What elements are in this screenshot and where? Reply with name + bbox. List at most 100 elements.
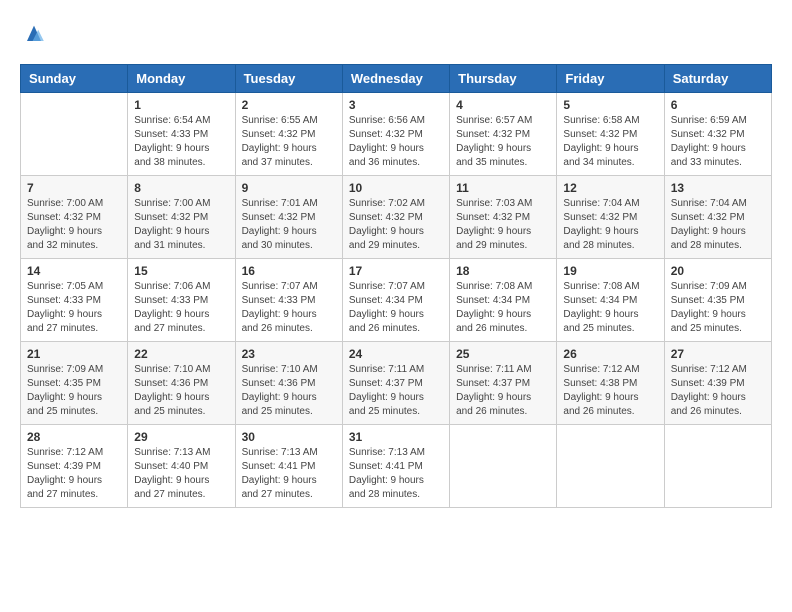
logo — [20, 20, 50, 48]
cell-info: Sunrise: 6:59 AMSunset: 4:32 PMDaylight:… — [671, 114, 765, 170]
calendar-cell — [21, 93, 128, 176]
calendar-week-row: 28 Sunrise: 7:12 AMSunset: 4:39 PMDayligh… — [21, 425, 772, 508]
cell-info: Sunrise: 7:09 AMSunset: 4:35 PMDaylight:… — [671, 280, 765, 336]
calendar-cell: 4 Sunrise: 6:57 AMSunset: 4:32 PMDaylight… — [450, 93, 557, 176]
day-number: 17 — [349, 264, 443, 278]
calendar-week-row: 14Sunrise: 7:05 AMSunset: 4:33 PMDayligh… — [21, 259, 772, 342]
calendar-cell: 13Sunrise: 7:04 AMSunset: 4:32 PMDayligh… — [664, 176, 771, 259]
day-number: 4 — [456, 98, 550, 112]
calendar-cell: 10 Sunrise: 7:02 AMSunset: 4:32 PMDayligh… — [342, 176, 449, 259]
calendar-cell: 31Sunrise: 7:13 AMSunset: 4:41 PMDayligh… — [342, 425, 449, 508]
day-number: 19 — [563, 264, 657, 278]
weekday-header-wednesday: Wednesday — [342, 65, 449, 93]
calendar-cell: 24 Sunrise: 7:11 AMSunset: 4:37 PMDayligh… — [342, 342, 449, 425]
calendar-cell: 11 Sunrise: 7:03 AMSunset: 4:32 PMDayligh… — [450, 176, 557, 259]
day-number: 13 — [671, 181, 765, 195]
calendar-cell: 19 Sunrise: 7:08 AMSunset: 4:34 PMDayligh… — [557, 259, 664, 342]
calendar-cell: 9Sunrise: 7:01 AMSunset: 4:32 PMDaylight… — [235, 176, 342, 259]
day-number: 23 — [242, 347, 336, 361]
calendar-cell: 7Sunrise: 7:00 AMSunset: 4:32 PMDaylight… — [21, 176, 128, 259]
calendar-cell: 29 Sunrise: 7:13 AMSunset: 4:40 PMDayligh… — [128, 425, 235, 508]
day-number: 24 — [349, 347, 443, 361]
cell-info: Sunrise: 7:00 AMSunset: 4:32 PMDaylight:… — [134, 197, 228, 253]
day-number: 20 — [671, 264, 765, 278]
cell-info: Sunrise: 7:08 AMSunset: 4:34 PMDaylight:… — [456, 280, 550, 336]
calendar-cell: 28 Sunrise: 7:12 AMSunset: 4:39 PMDayligh… — [21, 425, 128, 508]
weekday-header-friday: Friday — [557, 65, 664, 93]
day-number: 10 — [349, 181, 443, 195]
cell-info: Sunrise: 7:13 AMSunset: 4:40 PMDaylight:… — [134, 446, 228, 502]
cell-info: Sunrise: 7:00 AMSunset: 4:32 PMDaylight:… — [27, 197, 121, 253]
calendar-cell: 23 Sunrise: 7:10 AMSunset: 4:36 PMDayligh… — [235, 342, 342, 425]
cell-info: Sunrise: 6:58 AMSunset: 4:32 PMDaylight:… — [563, 114, 657, 170]
cell-info: Sunrise: 7:07 AMSunset: 4:34 PMDaylight:… — [349, 280, 443, 336]
day-number: 8 — [134, 181, 228, 195]
cell-info: Sunrise: 6:55 AMSunset: 4:32 PMDaylight:… — [242, 114, 336, 170]
day-number: 12 — [563, 181, 657, 195]
calendar-cell: 18Sunrise: 7:08 AMSunset: 4:34 PMDayligh… — [450, 259, 557, 342]
cell-info: Sunrise: 7:01 AMSunset: 4:32 PMDaylight:… — [242, 197, 336, 253]
cell-info: Sunrise: 7:11 AMSunset: 4:37 PMDaylight:… — [349, 363, 443, 419]
calendar-cell: 5 Sunrise: 6:58 AMSunset: 4:32 PMDaylight… — [557, 93, 664, 176]
calendar-cell: 8 Sunrise: 7:00 AMSunset: 4:32 PMDaylight… — [128, 176, 235, 259]
calendar-cell — [664, 425, 771, 508]
day-number: 5 — [563, 98, 657, 112]
day-number: 27 — [671, 347, 765, 361]
cell-info: Sunrise: 6:56 AMSunset: 4:32 PMDaylight:… — [349, 114, 443, 170]
weekday-header-saturday: Saturday — [664, 65, 771, 93]
cell-info: Sunrise: 7:11 AMSunset: 4:37 PMDaylight:… — [456, 363, 550, 419]
calendar-cell: 25 Sunrise: 7:11 AMSunset: 4:37 PMDayligh… — [450, 342, 557, 425]
cell-info: Sunrise: 7:12 AMSunset: 4:39 PMDaylight:… — [671, 363, 765, 419]
day-number: 30 — [242, 430, 336, 444]
calendar-header-row: SundayMondayTuesdayWednesdayThursdayFrid… — [21, 65, 772, 93]
day-number: 1 — [134, 98, 228, 112]
day-number: 29 — [134, 430, 228, 444]
logo-icon — [20, 20, 48, 48]
calendar-cell: 1Sunrise: 6:54 AMSunset: 4:33 PMDaylight… — [128, 93, 235, 176]
day-number: 11 — [456, 181, 550, 195]
calendar-cell: 22 Sunrise: 7:10 AMSunset: 4:36 PMDayligh… — [128, 342, 235, 425]
day-number: 6 — [671, 98, 765, 112]
weekday-header-monday: Monday — [128, 65, 235, 93]
calendar-cell: 15 Sunrise: 7:06 AMSunset: 4:33 PMDayligh… — [128, 259, 235, 342]
calendar-cell: 14Sunrise: 7:05 AMSunset: 4:33 PMDayligh… — [21, 259, 128, 342]
day-number: 3 — [349, 98, 443, 112]
weekday-header-thursday: Thursday — [450, 65, 557, 93]
cell-info: Sunrise: 7:06 AMSunset: 4:33 PMDaylight:… — [134, 280, 228, 336]
calendar-cell: 20 Sunrise: 7:09 AMSunset: 4:35 PMDayligh… — [664, 259, 771, 342]
day-number: 26 — [563, 347, 657, 361]
day-number: 25 — [456, 347, 550, 361]
cell-info: Sunrise: 7:09 AMSunset: 4:35 PMDaylight:… — [27, 363, 121, 419]
cell-info: Sunrise: 7:07 AMSunset: 4:33 PMDaylight:… — [242, 280, 336, 336]
cell-info: Sunrise: 7:12 AMSunset: 4:38 PMDaylight:… — [563, 363, 657, 419]
cell-info: Sunrise: 7:13 AMSunset: 4:41 PMDaylight:… — [242, 446, 336, 502]
day-number: 2 — [242, 98, 336, 112]
calendar-cell: 27 Sunrise: 7:12 AMSunset: 4:39 PMDayligh… — [664, 342, 771, 425]
calendar-cell — [450, 425, 557, 508]
cell-info: Sunrise: 7:03 AMSunset: 4:32 PMDaylight:… — [456, 197, 550, 253]
calendar-cell — [557, 425, 664, 508]
cell-info: Sunrise: 7:13 AMSunset: 4:41 PMDaylight:… — [349, 446, 443, 502]
calendar-cell: 6 Sunrise: 6:59 AMSunset: 4:32 PMDaylight… — [664, 93, 771, 176]
cell-info: Sunrise: 7:10 AMSunset: 4:36 PMDaylight:… — [134, 363, 228, 419]
calendar-cell: 21Sunrise: 7:09 AMSunset: 4:35 PMDayligh… — [21, 342, 128, 425]
day-number: 28 — [27, 430, 121, 444]
cell-info: Sunrise: 7:08 AMSunset: 4:34 PMDaylight:… — [563, 280, 657, 336]
calendar-cell: 26 Sunrise: 7:12 AMSunset: 4:38 PMDayligh… — [557, 342, 664, 425]
cell-info: Sunrise: 6:57 AMSunset: 4:32 PMDaylight:… — [456, 114, 550, 170]
calendar-cell: 30 Sunrise: 7:13 AMSunset: 4:41 PMDayligh… — [235, 425, 342, 508]
calendar-cell: 2 Sunrise: 6:55 AMSunset: 4:32 PMDaylight… — [235, 93, 342, 176]
calendar-cell: 16 Sunrise: 7:07 AMSunset: 4:33 PMDayligh… — [235, 259, 342, 342]
weekday-header-tuesday: Tuesday — [235, 65, 342, 93]
cell-info: Sunrise: 7:02 AMSunset: 4:32 PMDaylight:… — [349, 197, 443, 253]
calendar-table: SundayMondayTuesdayWednesdayThursdayFrid… — [20, 64, 772, 508]
calendar-cell: 12 Sunrise: 7:04 AMSunset: 4:32 PMDayligh… — [557, 176, 664, 259]
cell-info: Sunrise: 7:04 AMSunset: 4:32 PMDaylight:… — [563, 197, 657, 253]
day-number: 15 — [134, 264, 228, 278]
day-number: 14 — [27, 264, 121, 278]
day-number: 16 — [242, 264, 336, 278]
cell-info: Sunrise: 7:12 AMSunset: 4:39 PMDaylight:… — [27, 446, 121, 502]
day-number: 22 — [134, 347, 228, 361]
cell-info: Sunrise: 7:10 AMSunset: 4:36 PMDaylight:… — [242, 363, 336, 419]
weekday-header-sunday: Sunday — [21, 65, 128, 93]
